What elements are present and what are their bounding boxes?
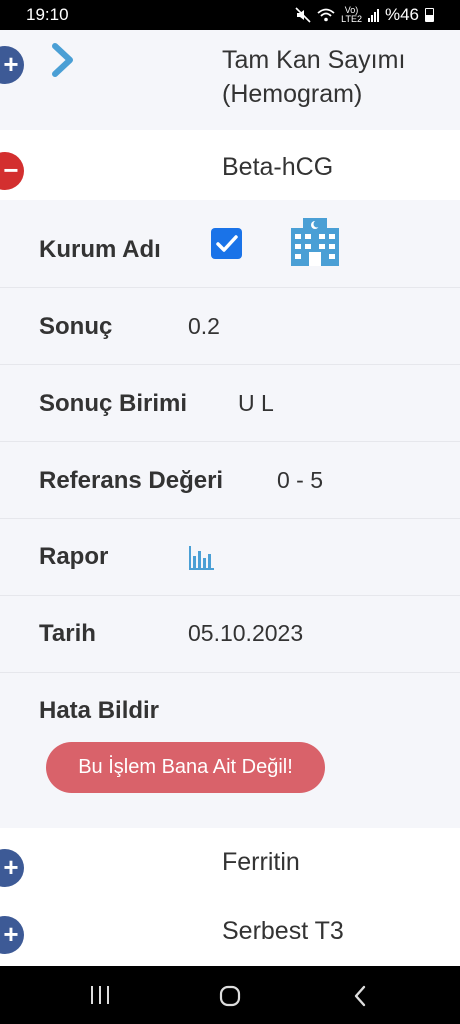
result-value: 0.2	[188, 313, 220, 339]
test-title: Beta-hCG	[222, 153, 334, 181]
home-icon[interactable]	[218, 984, 242, 1008]
test-title-line2: (Hemogram)	[222, 80, 363, 108]
navigation-bar	[0, 966, 460, 1024]
date-label: Tarih	[39, 620, 96, 647]
hospital-icon[interactable]	[289, 216, 341, 268]
collapse-minus-icon[interactable]: −	[0, 152, 24, 190]
test-detail-panel	[0, 200, 460, 828]
status-icons: Vo) LTE2 %46	[295, 5, 434, 25]
test-title: Serbest T3	[222, 917, 344, 945]
test-row-ferritin[interactable]: + Ferritin	[0, 828, 460, 896]
battery-icon	[425, 8, 434, 22]
institution-checkbox[interactable]	[211, 228, 242, 259]
report-label: Rapor	[39, 543, 109, 570]
mute-icon	[295, 7, 311, 23]
signal-icon	[367, 8, 379, 22]
expand-plus-icon[interactable]: +	[0, 46, 24, 84]
unit-value: U L	[238, 390, 274, 416]
test-title: Tam Kan Sayımı (Hemogram)	[222, 43, 405, 111]
test-row-beta-hcg[interactable]: − Beta-hCG	[0, 130, 460, 200]
check-icon	[216, 235, 238, 252]
wifi-icon	[317, 8, 335, 22]
test-row-serbest-t3[interactable]: + Serbest T3	[0, 896, 460, 966]
reference-label: Referans Değeri	[39, 467, 224, 494]
back-icon[interactable]	[350, 984, 370, 1008]
not-my-transaction-button[interactable]: Bu İşlem Bana Ait Değil!	[46, 742, 325, 793]
expand-plus-icon[interactable]: +	[0, 849, 24, 887]
bar-chart-icon[interactable]	[187, 544, 215, 572]
test-title-line1: Tam Kan Sayımı	[222, 46, 406, 74]
network-label: Vo) LTE2	[341, 6, 362, 24]
recent-apps-icon[interactable]	[88, 985, 112, 1005]
battery-percent: %46	[384, 5, 419, 24]
reference-value: 0 - 5	[277, 467, 324, 493]
test-row-hemogram[interactable]: + Tam Kan Sayımı (Hemogram)	[0, 30, 460, 130]
status-time: 19:10	[26, 5, 69, 24]
report-error-label: Hata Bildir	[39, 697, 160, 724]
expand-plus-icon[interactable]: +	[0, 916, 24, 954]
date-value: 05.10.2023	[188, 620, 304, 646]
institution-label: Kurum Adı	[39, 236, 161, 263]
result-label: Sonuç	[39, 313, 113, 340]
status-bar: 19:10 Vo) LTE2 %46	[0, 0, 460, 30]
chevron-right-icon	[52, 43, 73, 77]
test-title: Ferritin	[222, 848, 300, 876]
unit-label: Sonuç Birimi	[39, 390, 188, 417]
network-label-bottom: LTE2	[341, 14, 362, 24]
